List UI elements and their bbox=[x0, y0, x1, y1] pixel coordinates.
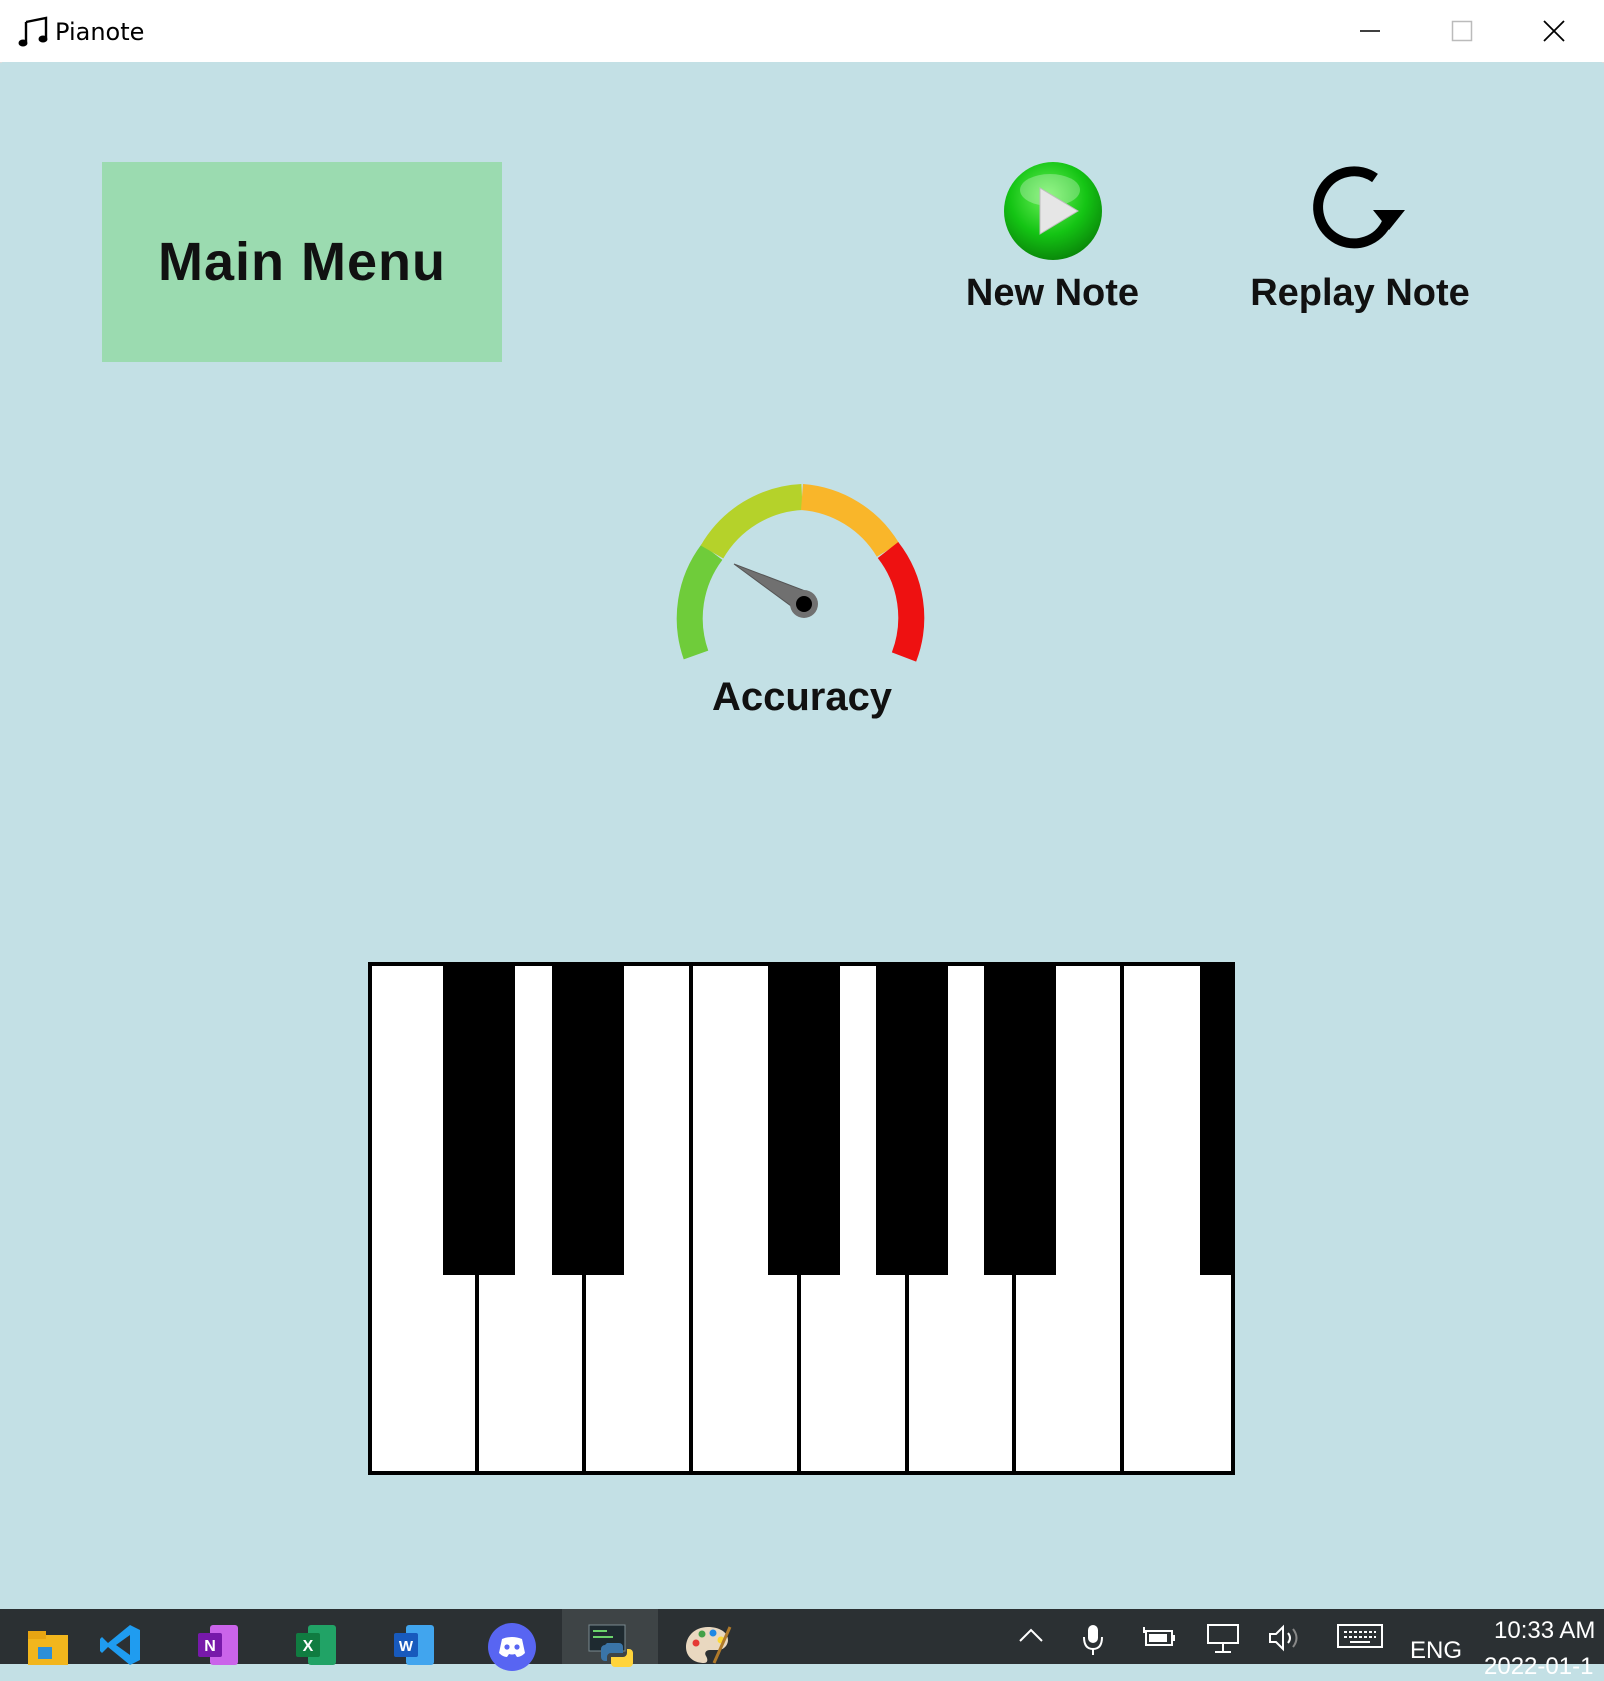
network-icon[interactable] bbox=[1206, 1623, 1240, 1655]
word-icon: W bbox=[394, 1625, 434, 1665]
taskbar-python[interactable] bbox=[562, 1609, 658, 1667]
accuracy-label: Accuracy bbox=[711, 675, 893, 719]
main-menu-button[interactable]: Main Menu bbox=[102, 162, 502, 362]
svg-text:X: X bbox=[303, 1638, 314, 1655]
svg-text:W: W bbox=[399, 1638, 414, 1655]
taskbar-paint[interactable] bbox=[660, 1609, 756, 1664]
play-icon bbox=[1003, 162, 1102, 260]
maximize-icon bbox=[1451, 20, 1473, 42]
minimize-button[interactable] bbox=[1324, 0, 1416, 62]
black-key-1 bbox=[443, 962, 515, 1275]
new-note-label: New Note bbox=[965, 272, 1140, 314]
new-note-button[interactable]: New Note bbox=[950, 160, 1155, 315]
close-icon bbox=[1543, 20, 1565, 42]
language-indicator[interactable]: ENG bbox=[1410, 1637, 1462, 1665]
python-icon bbox=[588, 1624, 633, 1667]
file-explorer-icon bbox=[28, 1631, 68, 1665]
black-key-4 bbox=[876, 962, 948, 1275]
gauge-segment-green bbox=[676, 544, 723, 660]
taskbar-vscode[interactable] bbox=[72, 1609, 168, 1665]
clock-date[interactable]: 2022-01-1 bbox=[1484, 1653, 1593, 1681]
maximize-button[interactable] bbox=[1416, 0, 1508, 62]
music-note-icon bbox=[18, 16, 48, 47]
gauge-needle bbox=[733, 563, 818, 618]
minimize-icon bbox=[1360, 30, 1380, 32]
paint-icon bbox=[686, 1626, 732, 1664]
title-bar: Pianote bbox=[0, 0, 1604, 63]
close-button[interactable] bbox=[1508, 0, 1600, 62]
taskbar-onenote[interactable]: N bbox=[170, 1609, 266, 1665]
window-title: Pianote bbox=[55, 18, 145, 46]
taskbar-word[interactable]: W bbox=[366, 1609, 462, 1665]
onenote-icon: N bbox=[198, 1625, 238, 1665]
black-key-2 bbox=[552, 962, 624, 1275]
keyboard-icon[interactable] bbox=[1336, 1623, 1384, 1651]
excel-icon: X bbox=[296, 1625, 336, 1665]
replay-note-button[interactable]: Replay Note bbox=[1230, 160, 1490, 315]
taskbar-discord[interactable] bbox=[464, 1609, 560, 1671]
gauge-segment-red bbox=[877, 542, 925, 662]
replay-note-label: Replay Note bbox=[1250, 272, 1470, 314]
replay-icon bbox=[1313, 166, 1405, 249]
black-key-6 bbox=[1200, 962, 1235, 1275]
microphone-icon[interactable] bbox=[1082, 1623, 1104, 1657]
battery-plug-icon[interactable] bbox=[1140, 1623, 1176, 1653]
chevron-up-icon[interactable] bbox=[1018, 1623, 1044, 1649]
volume-icon[interactable] bbox=[1268, 1623, 1304, 1653]
taskbar-excel[interactable]: X bbox=[268, 1609, 364, 1665]
taskbar: N X W ENG 10:33 AM 2022-01-1 bbox=[0, 1609, 1604, 1680]
clock-time[interactable]: 10:33 AM bbox=[1494, 1617, 1595, 1645]
black-key-3 bbox=[768, 962, 840, 1275]
gauge-segment-orange bbox=[800, 484, 900, 558]
svg-text:N: N bbox=[204, 1638, 216, 1655]
black-key-5 bbox=[984, 962, 1056, 1275]
piano-keyboard bbox=[368, 962, 1235, 1475]
gauge-segment-yellowgreen bbox=[700, 484, 804, 559]
vscode-icon bbox=[100, 1625, 140, 1665]
